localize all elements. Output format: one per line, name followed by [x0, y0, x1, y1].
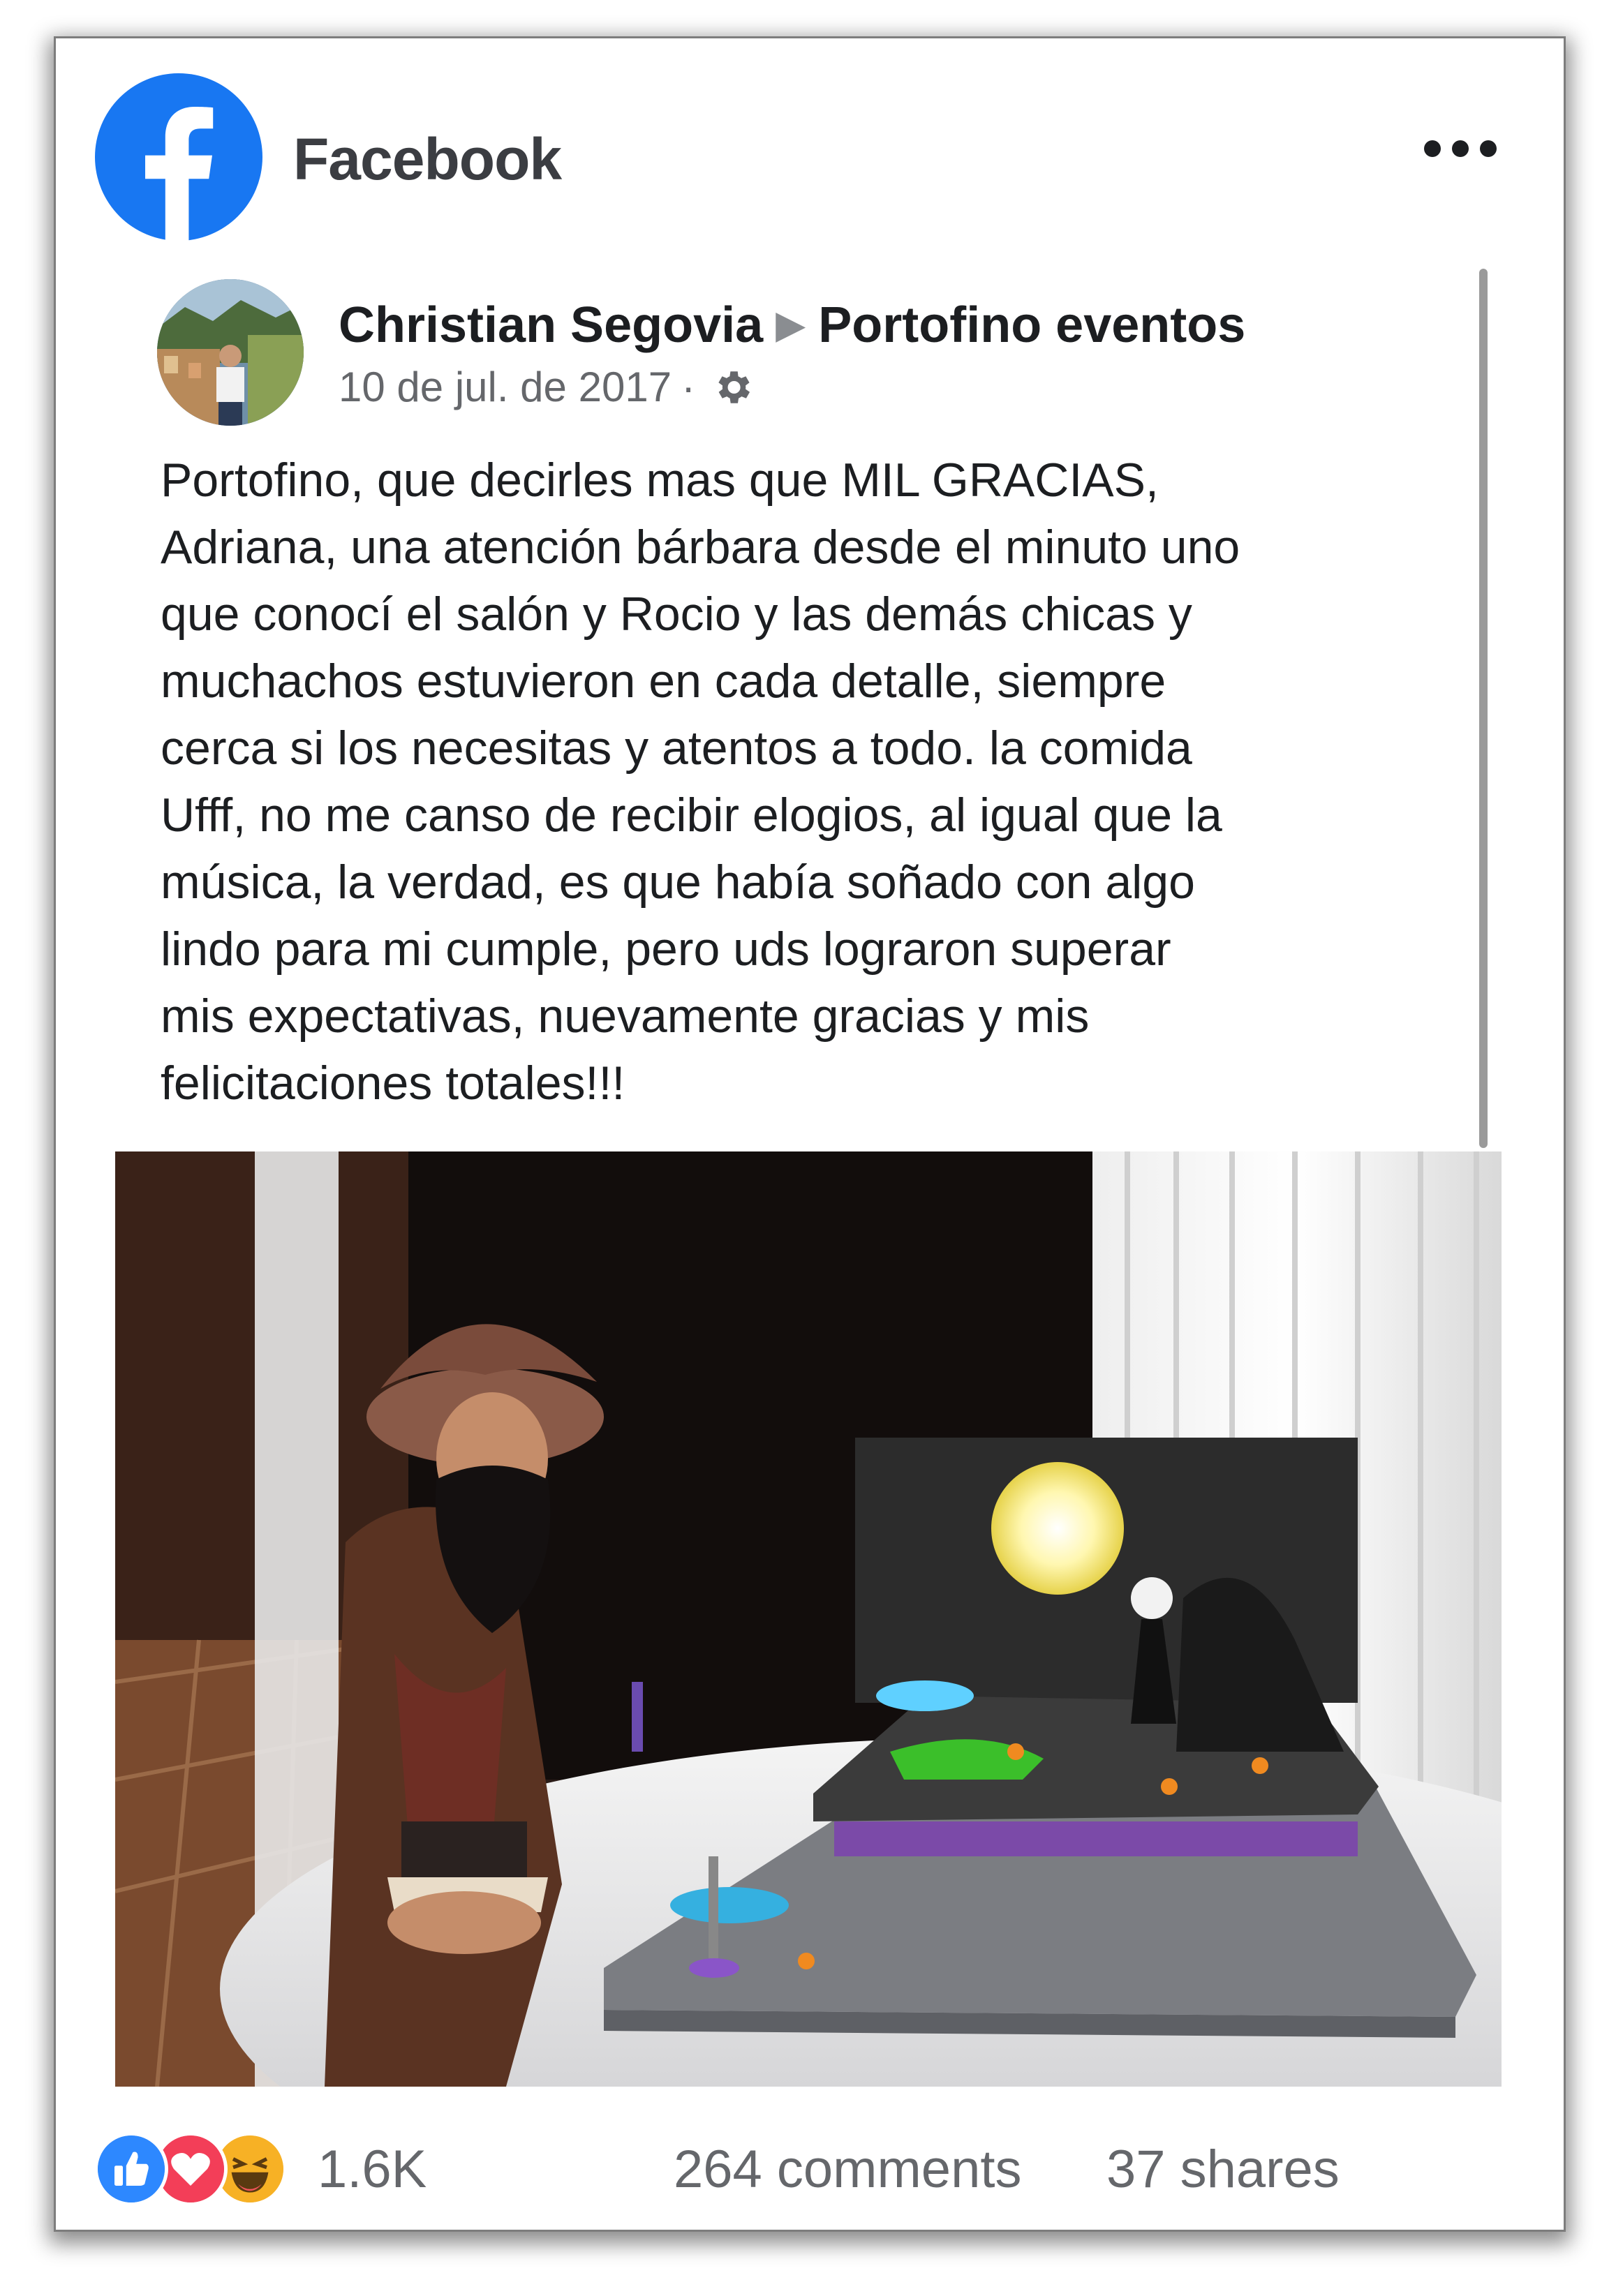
meta-separator: ·	[681, 364, 696, 410]
post-footer: 1.6K 264 comments 37 shares	[94, 2125, 1525, 2206]
post-date-link[interactable]: 10 de jul. de 2017	[339, 363, 672, 411]
post-author-line: Christian Segovia ▶ Portofino eventos	[339, 297, 1245, 354]
more-options-button[interactable]	[1424, 129, 1508, 171]
reactions-count[interactable]: 1.6K	[318, 2139, 427, 2200]
globe-gear-icon[interactable]	[711, 366, 754, 409]
app-title: Facebook	[293, 126, 562, 192]
shares-count-link[interactable]: 37 shares	[1106, 2139, 1340, 2200]
more-options-icon	[1424, 140, 1441, 157]
author-avatar[interactable]	[157, 279, 304, 426]
post-body-text: Portofino, que decirles mas que MIL GRAC…	[161, 454, 1240, 1110]
post-scrollbar[interactable]	[1479, 269, 1488, 1148]
like-reaction-icon	[94, 2132, 168, 2206]
post-photo[interactable]	[115, 1151, 1502, 2087]
facebook-post-card: Facebook Christian Segovia ▶ Portofino eve…	[56, 38, 1564, 2230]
avatar-photo	[157, 279, 304, 426]
arrow-right-icon: ▶	[776, 302, 806, 346]
facebook-logo-icon[interactable]	[95, 73, 262, 241]
author-name-link[interactable]: Christian Segovia	[339, 297, 763, 353]
comments-count-link[interactable]: 264 comments	[674, 2139, 1021, 2200]
page-name-link[interactable]: Portofino eventos	[818, 297, 1245, 353]
post-meta: 10 de jul. de 2017 ·	[339, 363, 754, 411]
reactions-summary[interactable]	[94, 2125, 304, 2206]
